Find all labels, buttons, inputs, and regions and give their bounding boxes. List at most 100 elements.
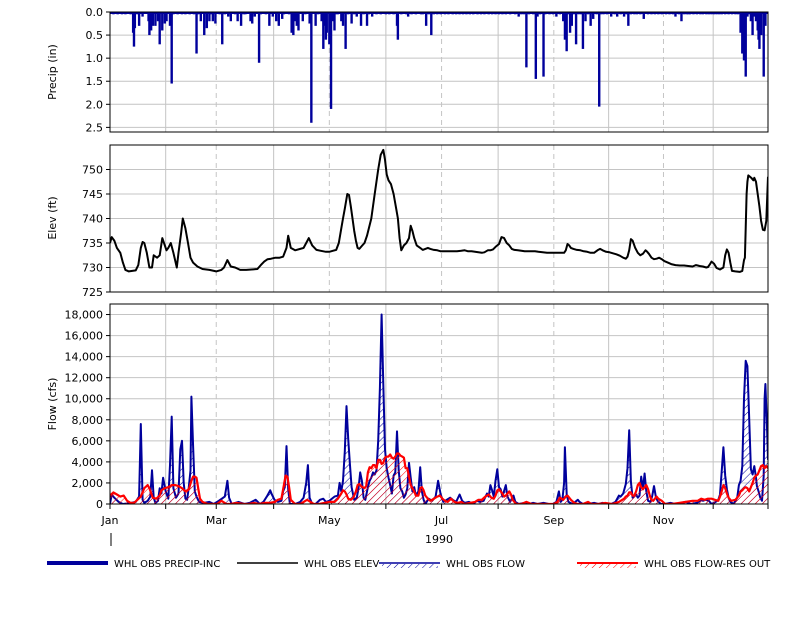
- precip-bar: [534, 12, 538, 79]
- y-tick-label: 1.5: [86, 75, 104, 88]
- flow-series-area: [110, 314, 768, 504]
- precip-bar: [221, 12, 224, 45]
- elev-y-ticks: 725 730 735 740 745 750: [82, 164, 110, 299]
- precip-plot-frame: [109, 11, 769, 133]
- legend: WHL OBS PRECIP-INC WHL OBS ELEV WHL OBS …: [47, 559, 771, 570]
- y-tick-label: 2,000: [72, 477, 104, 490]
- y-tick-label: 730: [82, 262, 103, 275]
- x-tick-label: Jan: [101, 514, 119, 527]
- precip-bars: [110, 12, 768, 123]
- precip-bar: [161, 12, 164, 31]
- precip-bar: [195, 12, 198, 54]
- y-tick-label: 10,000: [65, 393, 104, 406]
- precip-bar: [350, 12, 353, 24]
- precip-bar: [275, 12, 278, 22]
- y-tick-label: 16,000: [65, 330, 104, 343]
- legend-hatch-res-out: [580, 564, 636, 568]
- x-tick-label: Nov: [653, 514, 675, 527]
- x-tick-label: Mar: [206, 514, 227, 527]
- flow-gridlines: [110, 304, 768, 505]
- precip-bar: [214, 12, 217, 24]
- precip-bar: [199, 12, 203, 22]
- y-tick-label: 14,000: [65, 351, 104, 364]
- y-tick-label: 8,000: [72, 414, 104, 427]
- precip-bar: [251, 12, 254, 24]
- x-tick-label: Sep: [543, 514, 564, 527]
- precip-bar: [205, 12, 209, 29]
- precip-bar: [430, 12, 433, 36]
- y-tick-label: 0.5: [86, 29, 104, 42]
- legend-hatch-flow: [382, 564, 438, 568]
- elev-panel: 725 730 735 740 745 750 Elev (ft): [46, 144, 769, 299]
- chart-canvas: 0.0 0.5 1.0 1.5 2.0 2.5 Precip (in) 725 730 735…: [46, 6, 771, 570]
- precip-bar: [610, 12, 613, 17]
- y-tick-label: 18,000: [65, 309, 104, 322]
- y-tick-label: 12,000: [65, 372, 104, 385]
- precip-bar: [257, 12, 261, 63]
- precip-bar: [744, 12, 747, 77]
- x-axis-year-label: 1990: [425, 533, 453, 546]
- precip-bar: [525, 12, 528, 68]
- precip-bar: [396, 12, 400, 40]
- precip-bar: [227, 12, 230, 17]
- legend-item-precip: WHL OBS PRECIP-INC: [47, 559, 220, 570]
- precip-bar: [589, 12, 592, 26]
- legend-label-elev: WHL OBS ELEV: [304, 559, 379, 570]
- precip-bar: [355, 12, 358, 17]
- precip-y-axis-label: Precip (in): [46, 44, 59, 100]
- x-tick-label: Jul: [434, 514, 448, 527]
- precip-bar: [158, 12, 161, 45]
- x-tick-label: May: [318, 514, 341, 527]
- flow-panel: 0 2,000 4,000 6,000 8,000 10,000 12,000 14,000 1…: [46, 303, 769, 546]
- elev-lines: [110, 148, 768, 273]
- precip-bar: [598, 12, 601, 107]
- precip-bar: [211, 12, 215, 22]
- precip-bar: [170, 12, 173, 84]
- precip-bar: [277, 12, 280, 26]
- precip-bar: [616, 12, 619, 17]
- precip-bar: [574, 12, 578, 45]
- precip-bar: [542, 12, 545, 77]
- precip-bar: [268, 12, 271, 26]
- precip-bar: [627, 12, 630, 26]
- legend-item-elev: WHL OBS ELEV: [237, 559, 379, 570]
- precip-bar: [764, 12, 767, 26]
- flow-x-ticks: Jan Mar May Jul Sep Nov: [101, 504, 769, 527]
- precip-bar: [680, 12, 683, 22]
- y-tick-label: 4,000: [72, 456, 104, 469]
- legend-label-res-out: WHL OBS FLOW-RES OUT: [644, 559, 771, 570]
- precip-bar: [344, 12, 347, 49]
- precip-bar: [674, 12, 677, 17]
- flow-lines: [110, 313, 768, 504]
- res-out-series-line: [110, 452, 768, 504]
- precip-bar: [203, 12, 206, 36]
- precip-bar: [165, 12, 168, 22]
- precip-bar: [565, 12, 568, 52]
- precip-bar: [236, 12, 239, 22]
- precip-bar: [584, 12, 587, 22]
- precip-bar: [622, 12, 626, 17]
- elev-series-line: [110, 148, 768, 273]
- precip-bar: [333, 12, 336, 31]
- y-tick-label: 2.5: [86, 121, 104, 134]
- precip-bar: [592, 12, 595, 19]
- precip-bar: [271, 12, 274, 17]
- y-tick-label: 0: [96, 498, 103, 511]
- precip-bar: [325, 12, 328, 33]
- precip-bar: [137, 12, 141, 26]
- legend-item-flow: WHL OBS FLOW: [379, 559, 525, 570]
- y-tick-label: 750: [82, 164, 103, 177]
- y-tick-label: 735: [82, 237, 103, 250]
- precip-bar: [310, 12, 313, 123]
- precip-bar: [133, 12, 137, 29]
- precip-bar: [154, 12, 157, 26]
- y-tick-label: 740: [82, 213, 103, 226]
- legend-item-res-out: WHL OBS FLOW-RES OUT: [577, 559, 771, 570]
- precip-bar: [253, 12, 256, 17]
- precip-bar: [229, 12, 233, 22]
- y-tick-label: 1.0: [86, 52, 104, 65]
- precip-panel: 0.0 0.5 1.0 1.5 2.0 2.5 Precip (in): [46, 6, 769, 134]
- precip-bar: [424, 12, 428, 26]
- precip-bar: [141, 12, 144, 17]
- precip-bar: [370, 12, 374, 17]
